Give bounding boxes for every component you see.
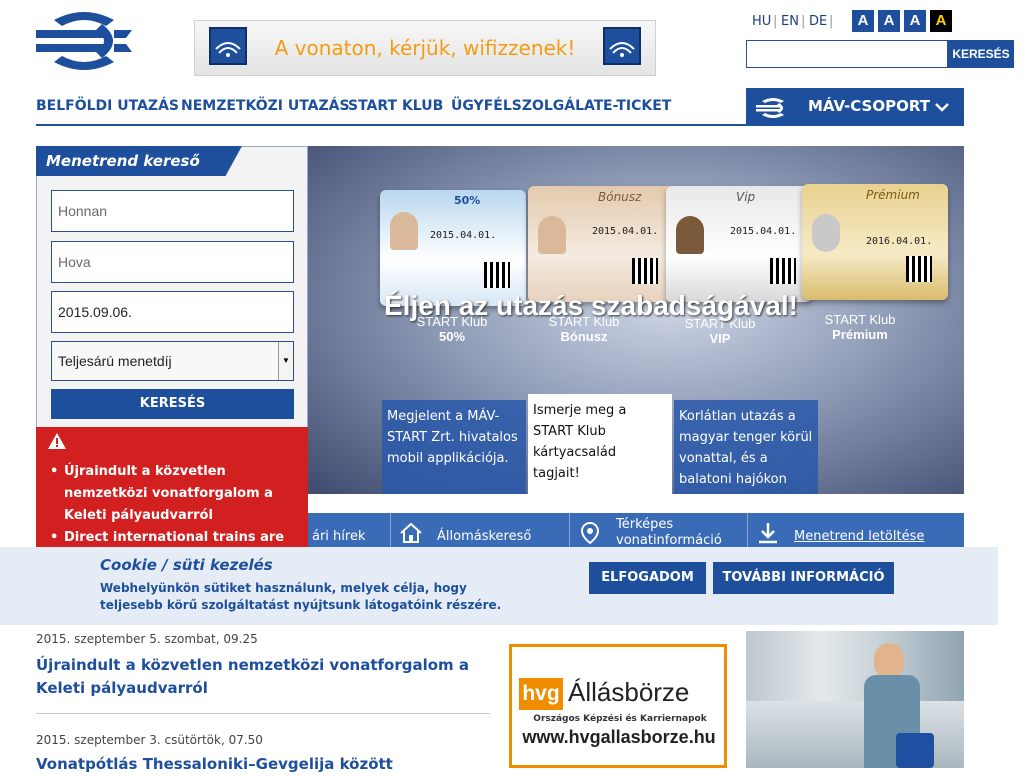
traveler-photo[interactable] xyxy=(746,631,964,768)
nav-international-travel[interactable]: NEMZETKÖZI UTAZÁS xyxy=(181,98,350,114)
lang-separator: | xyxy=(829,14,834,29)
hvg-job-fair-ad[interactable]: hvg Állásbörze Országos Képzési és Karri… xyxy=(509,644,727,768)
timetable-search-button[interactable]: KERESÉS xyxy=(51,389,294,419)
portrait-icon xyxy=(538,216,566,254)
portrait-icon xyxy=(390,212,418,250)
news-divider xyxy=(36,713,490,714)
alert-item[interactable]: • Direct international trains are xyxy=(50,527,300,549)
promo-start-club[interactable]: Ismerje meg a START Klub kártyacsalád ta… xyxy=(528,394,672,494)
service-label: ári hírek xyxy=(312,529,366,544)
portrait-icon xyxy=(676,216,704,254)
qr-code-icon xyxy=(484,262,510,288)
nav-e-ticket[interactable]: E-TICKET xyxy=(603,98,671,114)
font-size-large-button[interactable]: A xyxy=(878,10,900,32)
cookie-banner: Cookie / süti kezelés Webhelyünkön sütik… xyxy=(0,547,998,625)
alert-item[interactable]: • Újraindult a közvetlen nemzetközi vonat… xyxy=(50,461,300,527)
location-pin-icon xyxy=(580,521,600,545)
cookie-text: Webhelyünkön sütiket használunk, melyek … xyxy=(100,581,502,612)
nav-start-club[interactable]: START KLUB xyxy=(348,98,443,114)
wifi-banner[interactable]: A vonaton, kérjük, wifizzenek! xyxy=(194,20,656,76)
promo-mobile-app[interactable]: Megjelent a MÁV-START Zrt. hivatalos mob… xyxy=(382,400,526,494)
hvg-logo: hvg xyxy=(519,678,563,710)
site-search-input[interactable] xyxy=(746,40,948,68)
alert-box: • Újraindult a közvetlen nemzetközi vonat… xyxy=(36,427,308,567)
card-caption: START Klub Prémium xyxy=(824,312,896,342)
card-valid-from: 2015.04.01. xyxy=(592,226,659,237)
cookie-accept-button[interactable]: ELFOGADOM xyxy=(589,562,706,594)
news-title-link[interactable]: Vonatpótlás Thessaloniki–Gevgelija közöt… xyxy=(36,753,486,776)
person-head-shape xyxy=(874,643,904,679)
qr-code-icon xyxy=(632,258,658,284)
card-badge: 50% xyxy=(454,194,481,207)
wifi-icon xyxy=(209,27,247,65)
fare-select[interactable]: Teljesárú menetdíj ▼ xyxy=(51,341,294,381)
lang-en[interactable]: EN xyxy=(781,14,799,29)
cookie-title: Cookie / süti kezelés xyxy=(100,556,273,574)
date-input[interactable]: 2015.09.06. xyxy=(51,291,294,333)
card-badge: Bónusz xyxy=(598,190,642,204)
mav-group-label: MÁV-CSOPORT xyxy=(808,97,930,115)
warning-icon xyxy=(48,433,66,449)
wifi-icon xyxy=(603,27,641,65)
mav-logo[interactable] xyxy=(36,10,132,72)
hologram-icon xyxy=(812,214,840,252)
start-card-50[interactable]: 50% 2015.04.01. xyxy=(380,190,526,306)
wifi-banner-text: A vonaton, kérjük, wifizzenek! xyxy=(274,36,576,60)
card-badge: Vip xyxy=(736,190,756,204)
hvg-ad-title: Állásbörze xyxy=(568,677,690,707)
qr-code-icon xyxy=(906,256,932,282)
start-card-bonus[interactable]: Bónusz 2015.04.01. xyxy=(528,186,674,302)
fare-select-value: Teljesárú menetdíj xyxy=(58,353,172,369)
nav-domestic-travel[interactable]: BELFÖLDI UTAZÁS xyxy=(36,98,179,114)
service-label: Térképes vonatinformáció xyxy=(616,517,722,548)
service-label: Menetrend letöltése xyxy=(794,529,925,544)
site-search-button[interactable]: KERESÉS xyxy=(948,40,1014,68)
lang-separator: | xyxy=(801,14,806,29)
start-card-premium[interactable]: Prémium 2016.04.01. xyxy=(802,184,948,300)
card-badge: Prémium xyxy=(866,188,920,202)
chevron-down-icon xyxy=(935,103,949,112)
font-size-xlarge-button[interactable]: A xyxy=(904,10,926,32)
news-title-link[interactable]: Újraindult a közvetlen nemzetközi vonatf… xyxy=(36,654,486,700)
hero-slogan: Éljen az utazás szabadságával! xyxy=(384,290,798,321)
card-valid-until: 2016.04.01. xyxy=(866,236,933,247)
qr-code-icon xyxy=(770,258,796,284)
timetable-title: Menetrend kereső xyxy=(36,146,242,176)
lang-hu[interactable]: HU xyxy=(752,14,771,29)
card-valid-from: 2015.04.01. xyxy=(730,226,797,237)
hero-banner[interactable]: 50% 2015.04.01. Bónusz 2015.04.01. Vip 2… xyxy=(308,146,964,494)
hvg-ad-url: www.hvgallasborze.hu xyxy=(522,727,716,747)
to-input[interactable]: Hova xyxy=(51,241,294,283)
mav-small-logo-icon xyxy=(756,98,784,118)
bullet-icon: • xyxy=(50,464,59,479)
news-date: 2015. szeptember 5. szombat, 09.25 xyxy=(36,632,258,646)
from-input[interactable]: Honnan xyxy=(51,190,294,232)
select-arrow-icon: ▼ xyxy=(278,342,293,380)
lang-de[interactable]: DE xyxy=(809,14,827,29)
lang-separator: | xyxy=(773,14,778,29)
nav-customer-service[interactable]: ÜGYFÉLSZOLGÁLAT xyxy=(451,98,603,114)
service-label: Állomáskereső xyxy=(437,529,532,544)
bullet-icon: • xyxy=(50,530,59,545)
promo-balaton[interactable]: Korlátlan utazás a magyar tenger körül v… xyxy=(674,400,818,494)
download-icon xyxy=(759,523,777,544)
news-date: 2015. szeptember 3. csütörtök, 07.50 xyxy=(36,733,263,747)
home-icon xyxy=(400,522,422,543)
card-valid-from: 2015.04.01. xyxy=(430,230,497,241)
suitcase-icon xyxy=(896,733,934,768)
cookie-more-info-button[interactable]: TOVÁBBI INFORMÁCIÓ xyxy=(713,562,894,594)
hvg-ad-subtitle: Országos Képzési és Karriernapok xyxy=(533,714,707,724)
nav-divider xyxy=(36,124,746,126)
mav-group-dropdown[interactable]: MÁV-CSOPORT xyxy=(746,88,964,126)
high-contrast-button[interactable]: A xyxy=(930,10,952,32)
font-size-normal-button[interactable]: A xyxy=(852,10,874,32)
start-card-vip[interactable]: Vip 2015.04.01. xyxy=(666,186,812,302)
